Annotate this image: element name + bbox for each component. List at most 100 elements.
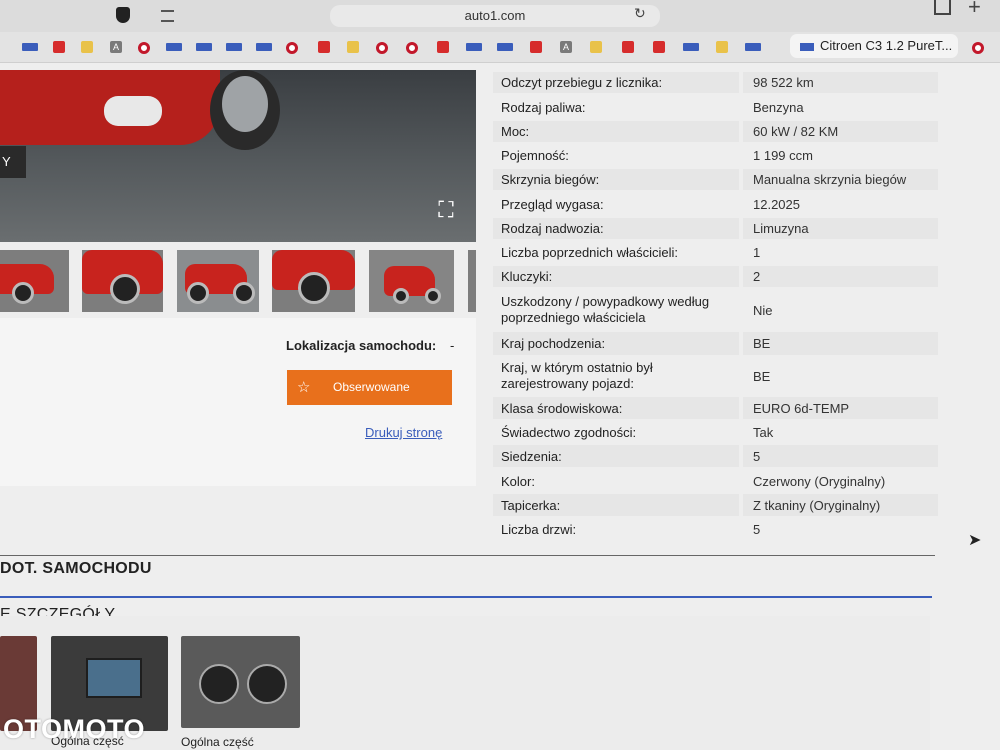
tab-favicon-icon[interactable] (286, 42, 298, 54)
tab-favicon-icon[interactable] (347, 41, 359, 53)
tab-favicon-icon[interactable] (622, 41, 634, 53)
section-heading[interactable]: DOT. SAMOCHODU (0, 560, 152, 578)
spec-row: Uszkodzony / powypadkowy według poprzedn… (493, 291, 938, 329)
watch-button-label: Obserwowane (333, 380, 410, 394)
otomoto-watermark: OTOMOTO (3, 714, 146, 744)
tab-favicon-icon[interactable] (590, 41, 602, 53)
tab-favicon-icon[interactable] (745, 43, 761, 51)
tab-favicon-icon[interactable] (81, 41, 93, 53)
mouse-cursor-icon: ➤ (968, 532, 982, 549)
fullscreen-icon[interactable]: ⛶ (434, 198, 458, 222)
spec-label: Kolor: (501, 473, 535, 489)
spec-row: Kluczyki: 2 (493, 266, 938, 287)
spec-label: Świadectwo zgodności: (501, 424, 637, 440)
gallery-thumbnail[interactable] (82, 250, 163, 312)
tab-favicon-icon[interactable] (530, 41, 542, 53)
car-rim (222, 76, 268, 132)
spec-value: 1 (753, 245, 761, 260)
main-car-photo[interactable]: Y ⛶ (0, 70, 476, 242)
address-bar[interactable]: auto1.com (330, 5, 660, 27)
spec-row: Tapicerka: Z tkaniny (Oryginalny) (493, 494, 938, 516)
spec-label: Skrzynia biegów: (493, 169, 739, 190)
tab-favicon-icon[interactable]: A (560, 41, 572, 53)
spec-row: Kolor: Czerwony (Oryginalny) (493, 470, 938, 492)
spec-row: Kraj, w którym ostatnio był zarejestrowa… (493, 357, 938, 395)
new-tab-icon[interactable]: + (968, 0, 981, 20)
spec-value: Z tkaniny (Oryginalny) (743, 494, 938, 516)
tab-favicon-icon[interactable] (22, 43, 38, 51)
tab-favicon-icon[interactable] (166, 43, 182, 51)
spec-value: Tak (753, 424, 774, 440)
tab-favicon-icon[interactable] (376, 42, 388, 54)
watch-button[interactable]: ☆ Obserwowane (287, 370, 452, 405)
tab-favicon-icon[interactable] (497, 43, 513, 51)
tab-favicon-icon[interactable] (437, 41, 449, 53)
tab-favicon-icon[interactable] (653, 41, 665, 53)
spec-value: Nie (753, 302, 773, 318)
spec-label: Przegląd wygasa: (501, 197, 604, 212)
print-link[interactable]: Drukuj stronę (365, 425, 442, 440)
spec-label: Uszkodzony / powypadkowy według poprzedn… (501, 294, 710, 325)
spec-value: 1 199 ccm (753, 148, 813, 163)
tab-favicon-icon[interactable]: A (110, 41, 122, 53)
spec-label: Odczyt przebiegu z licznika: (493, 72, 739, 93)
reader-icon[interactable] (161, 10, 174, 22)
spec-row: Świadectwo zgodności: Tak (493, 421, 938, 443)
active-tab-title: Citroen C3 1.2 PureT... (820, 38, 953, 53)
gallery-thumbnail[interactable] (177, 250, 259, 312)
active-tab[interactable]: Citroen C3 1.2 PureT... (790, 34, 958, 58)
spec-value: 98 522 km (743, 72, 938, 93)
tab-favicon-icon[interactable] (466, 43, 482, 51)
spec-row: Skrzynia biegów: Manualna skrzynia biegó… (493, 169, 938, 190)
photo-tag[interactable]: Y (0, 146, 26, 178)
spec-row: Moc: 60 kW / 82 KM (493, 121, 938, 142)
spec-row: Rodzaj nadwozia: Limuzyna (493, 218, 938, 239)
gallery-thumbnail[interactable] (0, 250, 69, 312)
tab-favicon-icon[interactable] (972, 42, 984, 54)
car-foglight (104, 96, 162, 126)
spec-value: BE (753, 368, 771, 384)
spec-value: 5 (743, 445, 938, 467)
spec-value: EURO 6d-TEMP (743, 397, 938, 419)
detail-thumbnail[interactable] (181, 636, 300, 728)
gallery-thumbnail[interactable] (468, 250, 476, 312)
spec-label: Kraj, w którym ostatnio był zarejestrowa… (501, 360, 653, 391)
tab-favicon-icon[interactable] (256, 43, 272, 51)
privacy-shield-icon[interactable] (116, 7, 130, 23)
spec-label: Pojemność: (501, 148, 569, 163)
tab-favicon-icon[interactable] (53, 41, 65, 53)
tab-favicon-icon[interactable] (318, 41, 330, 53)
spec-value: Manualna skrzynia biegów (743, 169, 938, 190)
spec-row: Przegląd wygasa: 12.2025 (493, 194, 938, 215)
spec-row: Rodzaj paliwa: Benzyna (493, 97, 938, 118)
spec-label: Kraj pochodzenia: (493, 332, 739, 355)
tab-favicon-icon[interactable] (683, 43, 699, 51)
reload-icon[interactable]: ↻ (634, 5, 646, 22)
spec-label: Liczba drzwi: (501, 521, 577, 537)
gallery-thumbnail[interactable] (272, 250, 355, 312)
spec-value: 12.2025 (753, 197, 800, 212)
spec-row: Pojemność: 1 199 ccm (493, 145, 938, 166)
spec-row: Liczba drzwi: 5 (493, 518, 938, 540)
share-icon[interactable] (934, 0, 951, 15)
spec-value: Czerwony (Oryginalny) (753, 473, 886, 489)
spec-row: Siedzenia: 5 (493, 445, 938, 467)
spec-row: Odczyt przebiegu z licznika: 98 522 km (493, 72, 938, 93)
spec-row: Kraj pochodzenia: BE (493, 332, 938, 355)
tab-favicon-icon[interactable] (406, 42, 418, 54)
spec-label: Kluczyki: (493, 266, 739, 287)
gallery-thumbnail[interactable] (369, 250, 454, 312)
spec-label: Klasa środowiskowa: (493, 397, 739, 419)
tab-favicon-icon[interactable] (196, 43, 212, 51)
spec-label: Siedzenia: (493, 445, 739, 467)
tab-favicon-icon[interactable] (226, 43, 242, 51)
infotainment-screen (86, 658, 142, 698)
spec-value: 2 (743, 266, 938, 287)
browser-toolbar: auto1.com ↻ + (0, 0, 1000, 32)
location-label: Lokalizacja samochodu: (286, 338, 437, 353)
tab-favicon-icon[interactable] (716, 41, 728, 53)
spec-row: Liczba poprzednich właścicieli: 1 (493, 242, 938, 263)
location-value: - (450, 338, 455, 353)
tab-favicon-icon[interactable] (138, 42, 150, 54)
spec-value: Benzyna (753, 100, 804, 115)
